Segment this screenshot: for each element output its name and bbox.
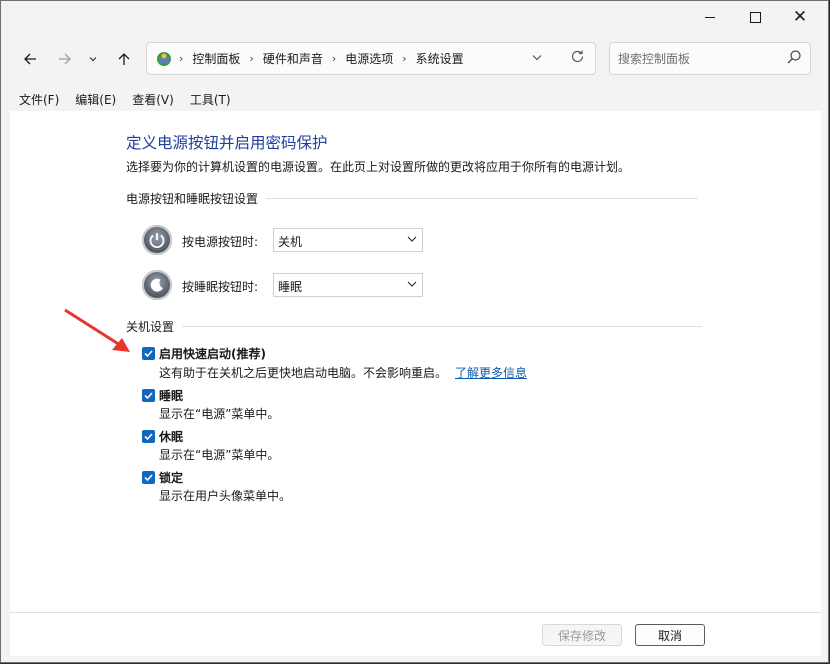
breadcrumb: › 控制面板 › 硬件和声音 › 电源选项 › 系统设置 <box>155 43 464 74</box>
search-icon <box>787 50 801 64</box>
menu-edit[interactable]: 编辑(E) <box>67 89 124 111</box>
sleep-button-action-value: 睡眠 <box>278 280 303 294</box>
fast-startup-checkbox[interactable] <box>142 347 155 360</box>
menu-bar: 文件(F) 编辑(E) 查看(V) 工具(T) <box>11 89 239 111</box>
checkmark-icon <box>144 350 153 358</box>
sleep-checkbox[interactable] <box>142 389 155 402</box>
menu-view[interactable]: 查看(V) <box>124 89 182 111</box>
page-title: 定义电源按钮并启用密码保护 <box>126 134 328 152</box>
fast-startup-description-text: 这有助于在关机之后更快地启动电脑。不会影响重启。 <box>159 366 448 380</box>
menu-file[interactable]: 文件(F) <box>11 89 67 111</box>
cancel-button[interactable]: 取消 <box>635 624 705 646</box>
divider <box>182 326 703 327</box>
recent-locations-button[interactable] <box>83 46 103 72</box>
breadcrumb-power-options[interactable]: 电源选项 <box>345 50 393 67</box>
fast-startup-description: 这有助于在关机之后更快地启动电脑。不会影响重启。 了解更多信息 <box>159 364 527 381</box>
maximize-icon <box>749 11 761 23</box>
refresh-button[interactable] <box>570 49 585 68</box>
lock-label[interactable]: 锁定 <box>159 469 183 486</box>
control-panel-icon <box>157 51 171 66</box>
save-changes-button[interactable]: 保存修改 <box>542 624 622 646</box>
lock-checkbox[interactable] <box>142 471 155 484</box>
breadcrumb-system-settings[interactable]: 系统设置 <box>416 50 464 67</box>
close-icon: ✕ <box>792 6 808 27</box>
checkmark-icon <box>144 392 153 400</box>
hibernate-description: 显示在“电源”菜单中。 <box>159 448 280 462</box>
back-button[interactable] <box>17 46 43 72</box>
power-button-action-select[interactable]: 关机 <box>273 228 423 252</box>
sleep-button-action-select[interactable]: 睡眠 <box>273 273 423 297</box>
group-heading: 电源按钮和睡眠按钮设置 <box>126 192 259 206</box>
lock-description: 显示在用户头像菜单中。 <box>159 489 292 503</box>
power-button-action-value: 关机 <box>278 235 303 249</box>
hibernate-checkbox[interactable] <box>142 430 155 443</box>
up-arrow-icon <box>118 53 130 65</box>
chevron-down-icon <box>406 231 418 250</box>
power-buttons-group-header: 电源按钮和睡眠按钮设置 <box>126 190 699 207</box>
breadcrumb-separator: › <box>179 52 184 65</box>
maximize-button[interactable] <box>732 1 778 33</box>
menu-tools[interactable]: 工具(T) <box>182 89 239 111</box>
content-panel: 定义电源按钮并启用密码保护 选择要为你的计算机设置的电源设置。在此页上对设置所做… <box>10 111 821 656</box>
chevron-down-icon <box>532 55 542 61</box>
sleep-button-icon <box>142 270 172 300</box>
forward-button[interactable] <box>52 46 78 72</box>
hibernate-label[interactable]: 休眠 <box>159 428 183 445</box>
breadcrumb-separator: › <box>331 52 337 65</box>
red-annotation-arrow-icon <box>64 308 130 352</box>
checkmark-icon <box>144 474 153 482</box>
address-bar[interactable]: › 控制面板 › 硬件和声音 › 电源选项 › 系统设置 <box>146 42 596 75</box>
search-input[interactable] <box>618 50 778 67</box>
sleep-description: 显示在“电源”菜单中。 <box>159 407 280 421</box>
page-description: 选择要为你的计算机设置的电源设置。在此页上对设置所做的更改将应用于你所有的电源计… <box>126 160 631 174</box>
minimize-button[interactable] <box>687 1 733 33</box>
learn-more-link[interactable]: 了解更多信息 <box>455 366 527 380</box>
chevron-down-icon <box>406 276 418 295</box>
chevron-down-icon <box>89 57 97 62</box>
breadcrumb-separator: › <box>249 52 254 65</box>
breadcrumb-hardware-sound[interactable]: 硬件和声音 <box>263 50 323 67</box>
breadcrumb-separator: › <box>402 52 407 65</box>
sleep-label[interactable]: 睡眠 <box>159 387 183 404</box>
footer-divider <box>10 612 821 613</box>
search-box[interactable] <box>609 42 811 75</box>
breadcrumb-control-panel[interactable]: 控制面板 <box>192 50 240 67</box>
address-dropdown-button[interactable] <box>531 51 543 66</box>
checkmark-icon <box>144 433 153 441</box>
shutdown-settings-group-header: 关机设置 <box>126 318 703 335</box>
fast-startup-label[interactable]: 启用快速启动(推荐) <box>159 345 266 362</box>
minimize-icon <box>705 16 715 18</box>
sleep-button-label: 按睡眠按钮时: <box>182 280 259 294</box>
close-button[interactable]: ✕ <box>777 1 823 33</box>
up-button[interactable] <box>111 46 137 72</box>
power-button-label: 按电源按钮时: <box>182 235 259 249</box>
divider <box>266 198 699 199</box>
power-button-icon <box>142 225 172 255</box>
forward-arrow-icon <box>59 53 71 65</box>
control-panel-window: ✕ › 控制面板 › 硬件和声音 › 电源选项 › 系统设置 搜索控制面板 文件… <box>0 0 829 663</box>
back-arrow-icon <box>24 53 36 65</box>
refresh-icon <box>571 50 584 63</box>
